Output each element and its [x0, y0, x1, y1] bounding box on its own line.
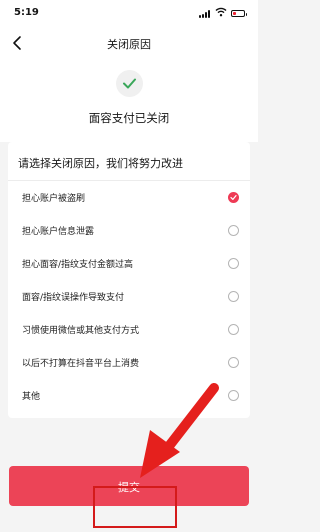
- reason-label: 担心账户信息泄露: [22, 227, 95, 237]
- status-time: 5:19: [14, 7, 39, 18]
- result-section: 面容支付已关闭: [0, 60, 258, 142]
- reason-label: 习惯使用微信或其他支付方式: [22, 326, 140, 336]
- reason-prompt: 请选择关闭原因，我们将努力改进: [18, 157, 183, 170]
- wifi-icon: [215, 7, 227, 17]
- radio-unchecked-icon[interactable]: [228, 324, 239, 335]
- radio-unchecked-icon[interactable]: [228, 390, 239, 401]
- radio-unchecked-icon[interactable]: [228, 357, 239, 368]
- annotation-highlight-box: [93, 486, 177, 528]
- page-title: 关闭原因: [107, 38, 151, 51]
- reason-option-other[interactable]: 其他: [8, 380, 250, 412]
- reason-option-amount-too-high[interactable]: 担心面容/指纹支付金额过高: [8, 248, 250, 280]
- reason-option-account-theft[interactable]: 担心账户被盗刷: [8, 182, 250, 214]
- success-check-icon: [116, 70, 143, 97]
- cellular-signal-icon: [199, 10, 213, 18]
- battery-icon: [231, 10, 247, 17]
- reason-panel: 请选择关闭原因，我们将努力改进 担心账户被盗刷 担心账户信息泄露 担心面容/指纹…: [8, 142, 250, 418]
- nav-bar: 关闭原因: [0, 26, 258, 60]
- reason-option-info-leak[interactable]: 担心账户信息泄露: [8, 215, 250, 247]
- reason-label: 其他: [22, 392, 41, 402]
- radio-unchecked-icon[interactable]: [228, 258, 239, 269]
- reason-option-no-future-purchase[interactable]: 以后不打算在抖音平台上消费: [8, 347, 250, 379]
- reason-label: 面容/指纹误操作导致支付: [22, 293, 125, 303]
- radio-checked-icon[interactable]: [228, 192, 239, 203]
- reason-option-other-payment-method[interactable]: 习惯使用微信或其他支付方式: [8, 314, 250, 346]
- result-title: 面容支付已关闭: [88, 111, 170, 125]
- reason-label: 担心面容/指纹支付金额过高: [22, 260, 134, 270]
- status-bar: 5:19: [0, 0, 258, 26]
- radio-unchecked-icon[interactable]: [228, 225, 239, 236]
- reason-label: 担心账户被盗刷: [22, 194, 86, 204]
- reason-label: 以后不打算在抖音平台上消费: [22, 359, 140, 369]
- divider: [8, 180, 250, 181]
- radio-unchecked-icon[interactable]: [228, 291, 239, 302]
- reason-option-accidental-payment[interactable]: 面容/指纹误操作导致支付: [8, 281, 250, 313]
